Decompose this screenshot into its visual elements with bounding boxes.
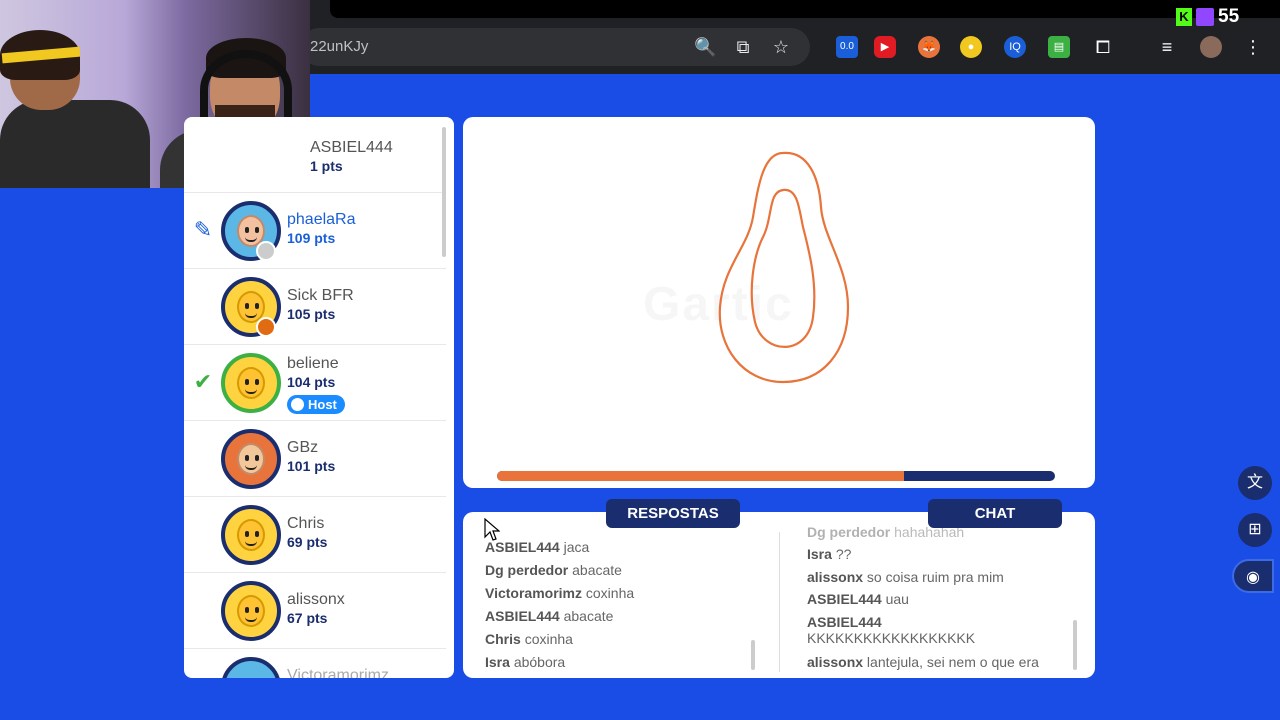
player-row[interactable]: alissonx 67 pts: [184, 573, 446, 649]
install-icon[interactable]: ⧉: [732, 36, 754, 58]
tab-answers[interactable]: RESPOSTAS: [606, 499, 740, 528]
streamer-left: [0, 30, 150, 188]
answers-list[interactable]: ASBIEL444 jaca Dg perdedor abacate Victo…: [485, 539, 765, 674]
extension-color-icon[interactable]: ●: [960, 36, 982, 58]
answer-item: ASBIEL444 jaca: [485, 539, 590, 555]
player-points: 101 pts: [287, 458, 336, 474]
tab-chat[interactable]: CHAT: [928, 499, 1062, 528]
chat-item: ASBIEL444 KKKKKKKKKKKKKKKKKK: [807, 614, 976, 646]
player-row[interactable]: Victoramorimz: [184, 649, 446, 678]
profile-avatar[interactable]: [1200, 36, 1222, 58]
answer-item: Chris coxinha: [485, 631, 573, 647]
player-name: alissonx: [287, 591, 345, 608]
player-name: Victoramorimz: [287, 667, 389, 678]
url-text: 22unKJy: [310, 38, 369, 55]
players-scrollbar[interactable]: [442, 127, 446, 257]
host-icon: [291, 398, 304, 411]
extension-video-icon[interactable]: ▶: [874, 36, 896, 58]
player-avatar: [221, 429, 281, 489]
extension-fox-icon[interactable]: 🦊: [918, 36, 940, 58]
player-points: 1 pts: [310, 158, 343, 174]
answer-item: Dg perdedor abacate: [485, 562, 622, 578]
media-control-icon[interactable]: ≡: [1156, 36, 1178, 58]
drawing-strokes: [718, 151, 850, 384]
player-points: 67 pts: [287, 610, 328, 626]
pencil-icon: ✎: [193, 217, 213, 242]
chat-list[interactable]: Dg perdedor hahahahah Isra ?? alissonx s…: [807, 524, 1077, 674]
chat-item: ASBIEL444 uau: [807, 591, 909, 607]
player-name: Sick BFR: [287, 287, 354, 304]
player-row[interactable]: Sick BFR 105 pts: [184, 269, 446, 345]
translate-icon[interactable]: 文: [1238, 466, 1272, 500]
player-name: phaelaRa: [287, 211, 356, 228]
drawing-canvas[interactable]: Gartic: [463, 117, 1095, 488]
player-row[interactable]: GBz 101 pts: [184, 421, 446, 497]
chat-scrollbar[interactable]: [1073, 620, 1077, 670]
chat-item: Isra ??: [807, 546, 852, 562]
answer-item: Victoramorimz coxinha: [485, 585, 635, 601]
address-bar[interactable]: 22unKJy 🔍 ⧉ ☆: [300, 28, 810, 66]
status-dot: [256, 241, 276, 261]
player-name: Chris: [287, 515, 325, 532]
stream-viewer-badge: K 55: [1176, 4, 1239, 30]
player-row[interactable]: Chris 69 pts: [184, 497, 446, 573]
answers-chat-panel: ASBIEL444 jaca Dg perdedor abacate Victo…: [463, 512, 1095, 678]
chat-bot-icon[interactable]: ◉: [1232, 559, 1274, 593]
player-points: 109 pts: [287, 230, 336, 246]
bookmark-star-icon[interactable]: ☆: [770, 36, 792, 58]
player-points: 105 pts: [287, 306, 336, 322]
extensions-puzzle-icon[interactable]: ⧠: [1092, 36, 1114, 58]
twitch-icon: [1196, 8, 1214, 26]
answers-scrollbar[interactable]: [751, 640, 755, 670]
browser-tabstrip: [330, 0, 1280, 18]
viewer-count: 55: [1218, 6, 1240, 27]
player-points: 104 pts: [287, 374, 336, 390]
zoom-icon[interactable]: 🔍: [694, 36, 716, 58]
answer-item: ASBIEL444 abacate: [485, 608, 614, 624]
kick-icon: K: [1176, 8, 1192, 26]
grid-menu-icon[interactable]: ⊞: [1238, 513, 1272, 547]
player-row[interactable]: ✎ phaelaRa 109 pts: [184, 193, 446, 269]
player-avatar: [221, 581, 281, 641]
host-badge: Host: [287, 395, 345, 414]
round-timer-fill: [497, 471, 905, 481]
checkmark-icon: ✔: [193, 369, 213, 394]
browser-menu-icon[interactable]: ⋮: [1242, 36, 1264, 58]
player-name: beliene: [287, 355, 339, 372]
chat-item: alissonx so coisa ruim pra mim: [807, 569, 1004, 585]
player-avatar: [221, 353, 281, 413]
extension-counter-icon[interactable]: 0.0: [836, 36, 858, 58]
player-row[interactable]: ASBIEL444 1 pts: [184, 117, 446, 193]
mouse-cursor: [484, 518, 500, 541]
chat-item: alissonx lantejula, sei nem o que era: [807, 654, 1039, 670]
player-points: 69 pts: [287, 534, 328, 550]
player-row[interactable]: ✔ beliene 104 pts Host: [184, 345, 446, 421]
players-panel[interactable]: ASBIEL444 1 pts ✎ phaelaRa 109 pts Sick …: [184, 117, 454, 678]
drawing-inner-stroke: [750, 188, 816, 348]
player-name: GBz: [287, 439, 319, 456]
status-dot: [256, 317, 276, 337]
extension-iq-icon[interactable]: IQ: [1004, 36, 1026, 58]
host-label: Host: [308, 397, 337, 412]
answer-item: Isra abóbora: [485, 654, 566, 670]
player-name: ASBIEL444: [310, 139, 393, 156]
player-avatar: [221, 657, 281, 678]
extension-green-icon[interactable]: ▤: [1048, 36, 1070, 58]
panel-divider: [779, 532, 780, 672]
player-avatar: [221, 505, 281, 565]
round-timer: [497, 471, 1055, 481]
